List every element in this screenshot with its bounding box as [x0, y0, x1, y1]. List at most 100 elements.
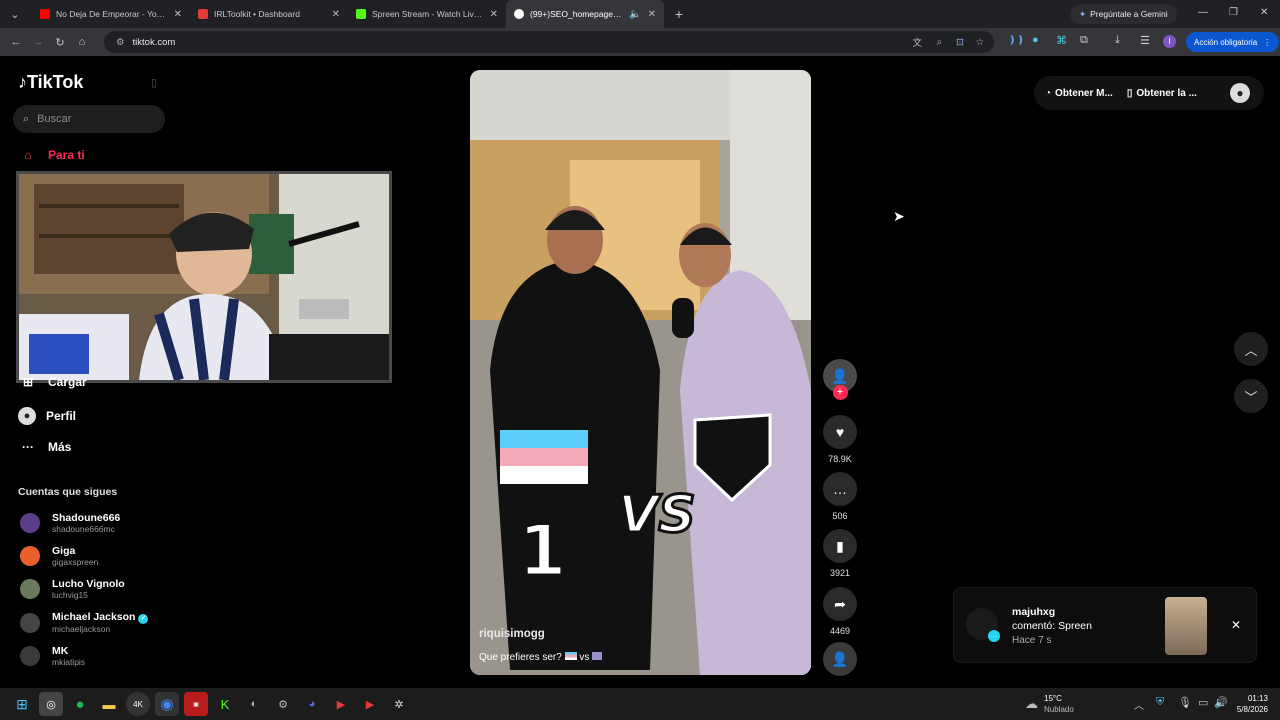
display-icon[interactable]: ▭	[1198, 696, 1208, 709]
profile-icon: ●	[18, 407, 36, 425]
steam-icon[interactable]: ◐	[242, 692, 266, 716]
settings-icon[interactable]: ⚙	[271, 692, 295, 716]
extension-icon-1[interactable]: ❫❫	[1008, 35, 1025, 46]
microphone-icon[interactable]: 🎙	[1178, 696, 1192, 709]
restore-icon[interactable]: ❐	[1229, 7, 1238, 18]
home-icon: ⌂	[24, 148, 32, 162]
browser-tab-4[interactable]: (99+)SEO_homepage_title 🔈 ✕	[506, 0, 664, 28]
weather-condition: Nublado	[1044, 705, 1074, 714]
zoom-icon[interactable]: ⌕	[937, 37, 942, 48]
extensions-puzzle-icon[interactable]: ⧉	[1080, 34, 1088, 47]
back-icon[interactable]: ←	[5, 36, 27, 48]
tray-expand-icon[interactable]: ︿	[1134, 697, 1144, 712]
address-bar[interactable]: ⚙ tiktok.com 文 ⌕ ⊡ ☆	[104, 31, 994, 53]
user-avatar[interactable]: ●	[1230, 83, 1250, 103]
reading-list-icon[interactable]: ☰	[1140, 34, 1150, 47]
comment-notification[interactable]: … majuhxg comentó: Spreen Hace 7 s ✕	[953, 587, 1257, 663]
discord-icon[interactable]: ◕	[300, 692, 324, 716]
defender-icon[interactable]: ⛨	[1156, 696, 1164, 709]
app-icon[interactable]: ▣	[184, 692, 208, 716]
nav-for-you[interactable]: ⌂ Para ti	[18, 148, 84, 162]
tab-search-icon[interactable]: ⌄	[4, 8, 26, 21]
collapse-sidebar-icon[interactable]: ▯	[151, 76, 157, 89]
save-button[interactable]: ▮ 3921	[822, 529, 858, 578]
file-explorer-icon[interactable]: ▬	[97, 692, 121, 716]
action-required-button[interactable]: Acción obligatoria ⋮	[1186, 32, 1280, 52]
comment-button[interactable]: … 506	[822, 472, 858, 521]
reload-icon[interactable]: ↻	[49, 36, 71, 49]
following-account[interactable]: Shadoune666 shadoune666mc	[20, 512, 120, 534]
tiktok-logo[interactable]: ♪TikTok	[18, 72, 83, 93]
extension-icon-2[interactable]: ●	[1032, 34, 1039, 46]
chrome-icon[interactable]: ◉	[155, 692, 179, 716]
close-notification-icon[interactable]: ✕	[1231, 618, 1241, 632]
following-account[interactable]: Lucho Vignolo luchvig15	[20, 578, 125, 600]
profile-avatar[interactable]: I	[1163, 35, 1176, 48]
browser-tab-1[interactable]: No Deja De Empeorar - YouTub ✕	[32, 0, 190, 28]
nav-profile[interactable]: ● Perfil	[18, 407, 76, 425]
trans-flag-emoji-icon	[564, 652, 577, 660]
nav-label: Perfil	[46, 409, 77, 423]
downloads-icon[interactable]: ⤓	[1115, 34, 1120, 47]
gemini-button[interactable]: ✦ Pregúntale a Gemini	[1070, 4, 1177, 24]
following-account[interactable]: MK mkiatipis	[20, 645, 85, 667]
spotify-icon[interactable]: ●	[68, 692, 92, 716]
like-button[interactable]: ♥ 78.9K	[822, 415, 858, 464]
video-author[interactable]: riquisimogg	[479, 628, 545, 640]
weather-widget[interactable]: ☁ 15°C Nublado	[1025, 693, 1074, 715]
share-button[interactable]: ➦ 4469	[822, 587, 858, 636]
coin-icon: ◔	[1045, 87, 1052, 99]
home-icon[interactable]: ⌂	[71, 36, 93, 48]
get-coins-button[interactable]: ◔ Obtener M...	[1045, 88, 1113, 99]
video-player[interactable]: 1 VS	[470, 70, 811, 675]
kick-icon[interactable]: K	[213, 692, 237, 716]
comment-count: 506	[832, 511, 848, 521]
close-window-icon[interactable]: ✕	[1260, 7, 1268, 18]
audio-icon[interactable]: 🔈	[629, 9, 641, 20]
translate-icon[interactable]: 文	[912, 35, 922, 49]
nav-more[interactable]: ··· Más	[18, 440, 71, 454]
creator-avatar-action[interactable]: 👤 +	[822, 359, 858, 400]
tab-title: (99+)SEO_homepage_title	[530, 9, 626, 19]
verified-icon: ✓	[138, 614, 149, 624]
close-tab-icon[interactable]: ✕	[332, 9, 340, 20]
app-icon[interactable]: ✲	[387, 692, 411, 716]
comment-icon: …	[823, 472, 857, 506]
volume-icon[interactable]: 🔊	[1214, 696, 1228, 709]
install-icon[interactable]: ⊡	[956, 37, 964, 48]
browser-tab-3[interactable]: Spreen Stream - Watch Live on ✕	[348, 0, 506, 28]
close-tab-icon[interactable]: ✕	[174, 9, 182, 20]
action-required-label: Acción obligatoria	[1194, 37, 1258, 47]
site-info-icon[interactable]: ⚙	[116, 37, 125, 48]
4k-app-icon[interactable]: 4K	[126, 692, 150, 716]
search-input[interactable]: ⌕ Buscar	[13, 105, 165, 133]
app-icon[interactable]: ◎	[39, 692, 63, 716]
search-icon: ⌕	[23, 112, 30, 125]
get-app-button[interactable]: ▯ Obtener la ...	[1127, 88, 1197, 99]
extension-icon-3[interactable]: ⌘	[1056, 34, 1067, 47]
clock[interactable]: 01:13 5/8/2026	[1232, 693, 1268, 715]
previous-video-button[interactable]: ︿	[1234, 332, 1268, 366]
new-tab-icon[interactable]: +	[668, 6, 690, 22]
chevron-down-icon: ﹀	[1244, 389, 1258, 405]
browser-tab-2[interactable]: IRLToolkit • Dashboard ✕	[190, 0, 348, 28]
app-icon[interactable]: ▶	[329, 692, 353, 716]
following-account[interactable]: Michael Jackson ✓ michaeljackson	[20, 611, 149, 634]
follow-plus-icon[interactable]: +	[832, 385, 848, 400]
nav-upload[interactable]: ⊞ Cargar	[18, 375, 87, 389]
windows-start-icon[interactable]: ⊞	[10, 692, 34, 716]
close-tab-icon[interactable]: ✕	[648, 9, 656, 20]
following-account[interactable]: Giga gigaxspreen	[20, 545, 98, 567]
close-tab-icon[interactable]: ✕	[490, 9, 498, 20]
forward-icon[interactable]: →	[27, 36, 49, 48]
bookmark-star-icon[interactable]: ☆	[975, 37, 984, 48]
account-handle: michaeljackson	[52, 624, 111, 634]
minimize-icon[interactable]: —	[1198, 7, 1208, 18]
overlay-number: 1	[517, 509, 569, 594]
top-right-actions: ◔ Obtener M... ▯ Obtener la ... ●	[1034, 76, 1264, 110]
next-video-button[interactable]: ﹀	[1234, 379, 1268, 413]
get-app-label: Obtener la ...	[1136, 87, 1197, 99]
sound-disc[interactable]: 👤	[822, 642, 858, 676]
app-icon[interactable]: ▶	[358, 692, 382, 716]
heart-icon: ♥	[823, 415, 857, 449]
